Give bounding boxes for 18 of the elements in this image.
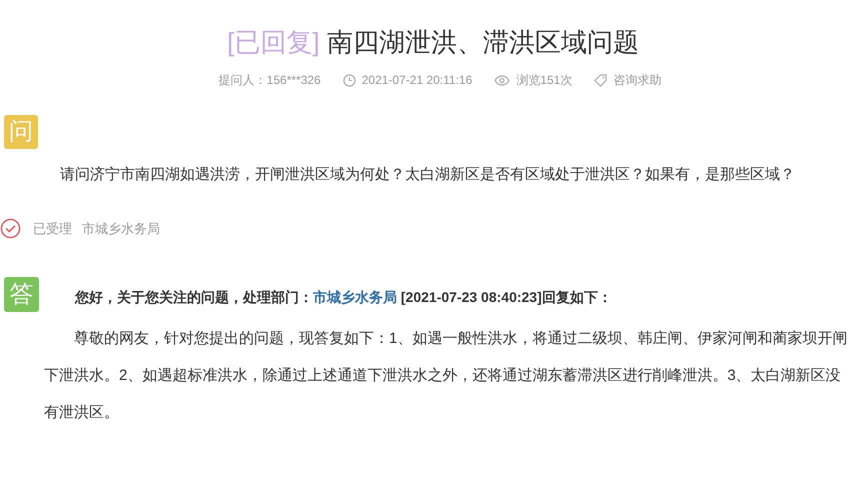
view-count: 浏览151次 xyxy=(516,72,572,89)
clock-icon xyxy=(342,74,356,86)
post-time: 2021-07-21 20:11:16 xyxy=(362,72,472,89)
department-link[interactable]: 市城乡水务局 xyxy=(313,289,397,305)
answer-badge: 答 xyxy=(4,277,39,312)
answer-text: 尊敬的网友，针对您提出的问题，现答复如下：1、如遇一般性洪水，将通过二级坝、韩庄闸、伊家河闸和蔺家坝开闸下泄洪水。2、如遇超标准洪水，除通过上述通道下泄洪水之外，还将通过湖东蓄滞洪区进行削峰泄洪。3、太白湖新区没有泄洪区。 xyxy=(44,329,848,423)
question-text: 请问济宁市南四湖如遇洪涝，开闸泄洪区域为何处？太白湖新区是否有区域处于泄洪区？如果有，是那些区域？ xyxy=(60,165,796,185)
asker-text: 提问人：156***326 xyxy=(218,72,321,89)
status-text: 已受理 xyxy=(33,220,72,238)
eye-icon xyxy=(494,74,510,86)
page-title: 南四湖泄洪、滞洪区域问题 xyxy=(326,27,639,57)
answer-header: 您好，关于您关注的问题，处理部门：市城乡水务局 [2021-07-23 08:40:23]回复如下： xyxy=(75,288,612,307)
category-text: 咨询求助 xyxy=(613,72,662,89)
status-label: [已回复] xyxy=(227,27,320,57)
department-text: 市城乡水务局 xyxy=(82,220,160,238)
tag-icon xyxy=(594,74,608,86)
check-circle-icon xyxy=(0,218,21,239)
question-badge: 问 xyxy=(4,115,38,149)
